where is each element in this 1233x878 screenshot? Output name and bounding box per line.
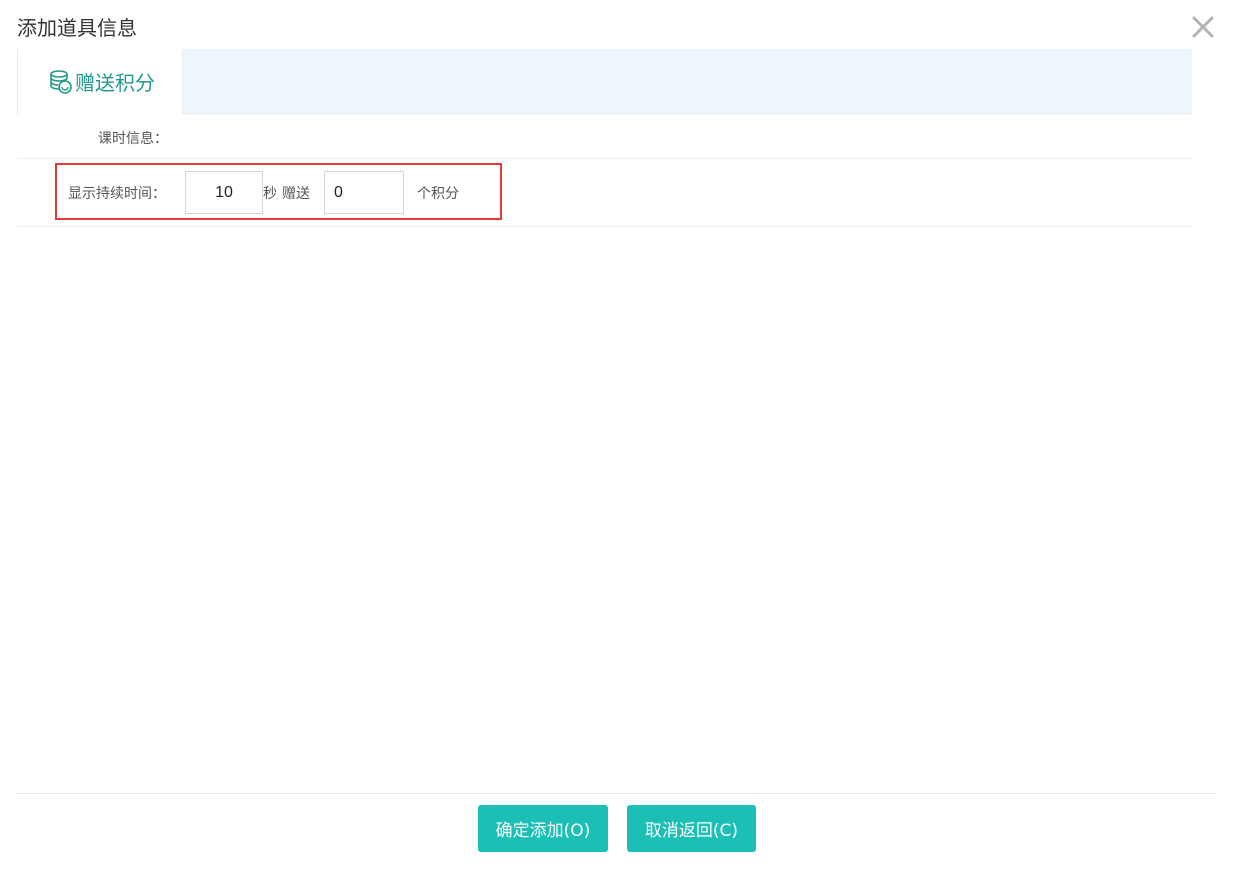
seconds-unit: 秒 bbox=[263, 186, 277, 202]
course-info-label: 课时信息： bbox=[98, 131, 168, 147]
dialog-title: 添加道具信息 bbox=[17, 16, 137, 40]
confirm-add-button[interactable]: 确定添加(O) bbox=[478, 805, 608, 852]
tab-gift-points[interactable]: 赠送积分 bbox=[17, 49, 183, 114]
gift-label: 赠送 bbox=[282, 186, 310, 202]
coins-icon bbox=[49, 69, 73, 95]
tab-label: 赠送积分 bbox=[75, 71, 155, 95]
close-icon[interactable] bbox=[1190, 14, 1216, 40]
points-input[interactable] bbox=[324, 171, 404, 214]
row-divider bbox=[17, 158, 1192, 159]
duration-label: 显示持续时间： bbox=[68, 186, 166, 202]
points-unit: 个积分 bbox=[417, 186, 459, 202]
row-divider bbox=[17, 226, 1192, 227]
add-prop-dialog: 添加道具信息 赠送积分 课时信息： 显示持续时间： 10 秒 赠送 0 个积分 … bbox=[0, 0, 1233, 878]
cancel-return-button[interactable]: 取消返回(C) bbox=[627, 805, 756, 852]
footer-divider bbox=[17, 793, 1217, 794]
tab-bar: 赠送积分 bbox=[17, 49, 1192, 114]
duration-input[interactable] bbox=[185, 171, 263, 214]
